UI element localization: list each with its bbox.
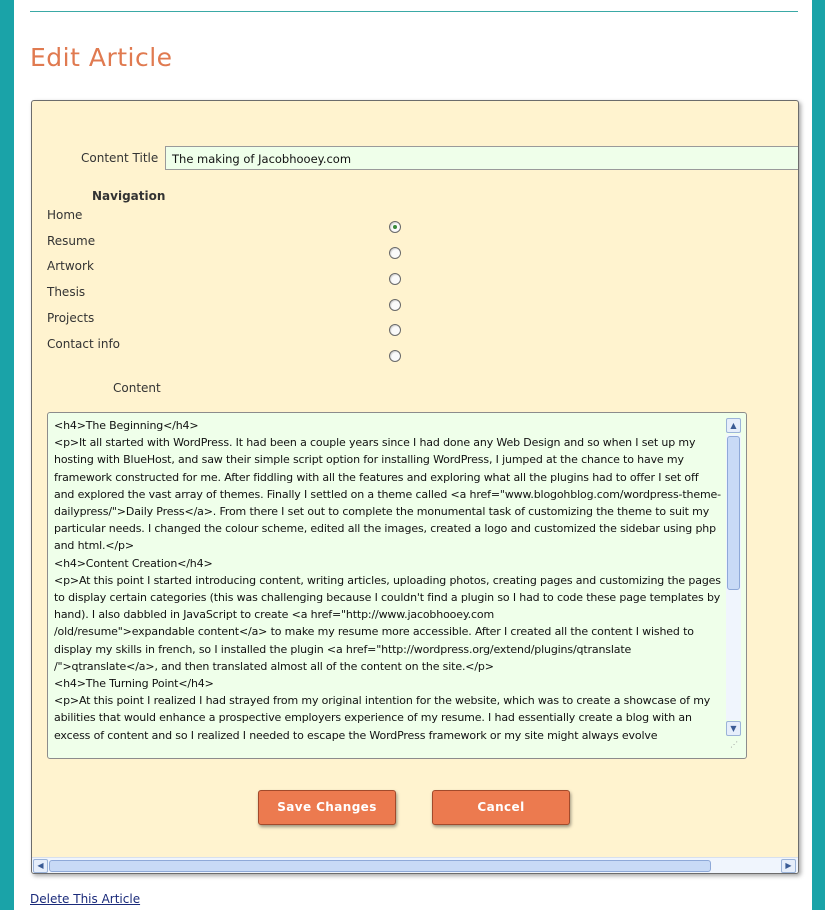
nav-option-label-contact-info: Contact info — [47, 337, 121, 351]
content-textarea[interactable]: <h4>The Beginning</h4> <p>It all started… — [47, 412, 747, 759]
content-textarea-text[interactable]: <h4>The Beginning</h4> <p>It all started… — [54, 417, 722, 744]
scroll-track[interactable] — [726, 434, 741, 720]
left-frame-border — [0, 0, 14, 910]
delete-article-link[interactable]: Delete This Article — [30, 892, 140, 906]
scroll-left-arrow-icon[interactable]: ◀ — [33, 859, 48, 873]
content-label: Content — [113, 381, 161, 395]
nav-option-label-resume: Resume — [47, 234, 96, 248]
nav-option-label-home: Home — [47, 208, 83, 222]
horizontal-scrollbar[interactable]: ◀ ▶ — [32, 857, 798, 873]
content-title-label: Content Title — [81, 151, 159, 165]
nav-radio-home[interactable] — [389, 221, 401, 233]
nav-option-label-artwork: Artwork — [47, 259, 94, 273]
nav-radio-projects[interactable] — [389, 324, 401, 336]
page-title: Edit Article — [30, 43, 173, 72]
content-title-input[interactable]: The making of Jacobhooey.com — [165, 146, 798, 170]
nav-option-label-thesis: Thesis — [47, 285, 86, 299]
navigation-heading: Navigation — [92, 189, 166, 203]
scroll-thumb[interactable] — [727, 436, 740, 590]
scroll-down-arrow-icon[interactable]: ▼ — [726, 721, 741, 736]
horizontal-scroll-thumb[interactable] — [49, 860, 711, 872]
cancel-button[interactable]: Cancel — [432, 790, 570, 825]
scroll-right-arrow-icon[interactable]: ▶ — [781, 859, 796, 873]
scroll-up-arrow-icon[interactable]: ▲ — [726, 418, 741, 433]
nav-option-label-projects: Projects — [47, 311, 95, 325]
nav-radio-thesis[interactable] — [389, 299, 401, 311]
right-frame-border — [812, 0, 825, 910]
resize-grip-icon[interactable]: ⋰ — [730, 740, 740, 750]
save-changes-button[interactable]: Save Changes — [258, 790, 396, 825]
nav-radio-contact-info[interactable] — [389, 350, 401, 362]
content-vertical-scrollbar[interactable]: ▲ ▼ — [726, 418, 741, 736]
nav-radio-artwork[interactable] — [389, 273, 401, 285]
edit-article-form: Content Title The making of Jacobhooey.c… — [31, 100, 799, 874]
top-divider — [30, 11, 798, 12]
nav-radio-resume[interactable] — [389, 247, 401, 259]
